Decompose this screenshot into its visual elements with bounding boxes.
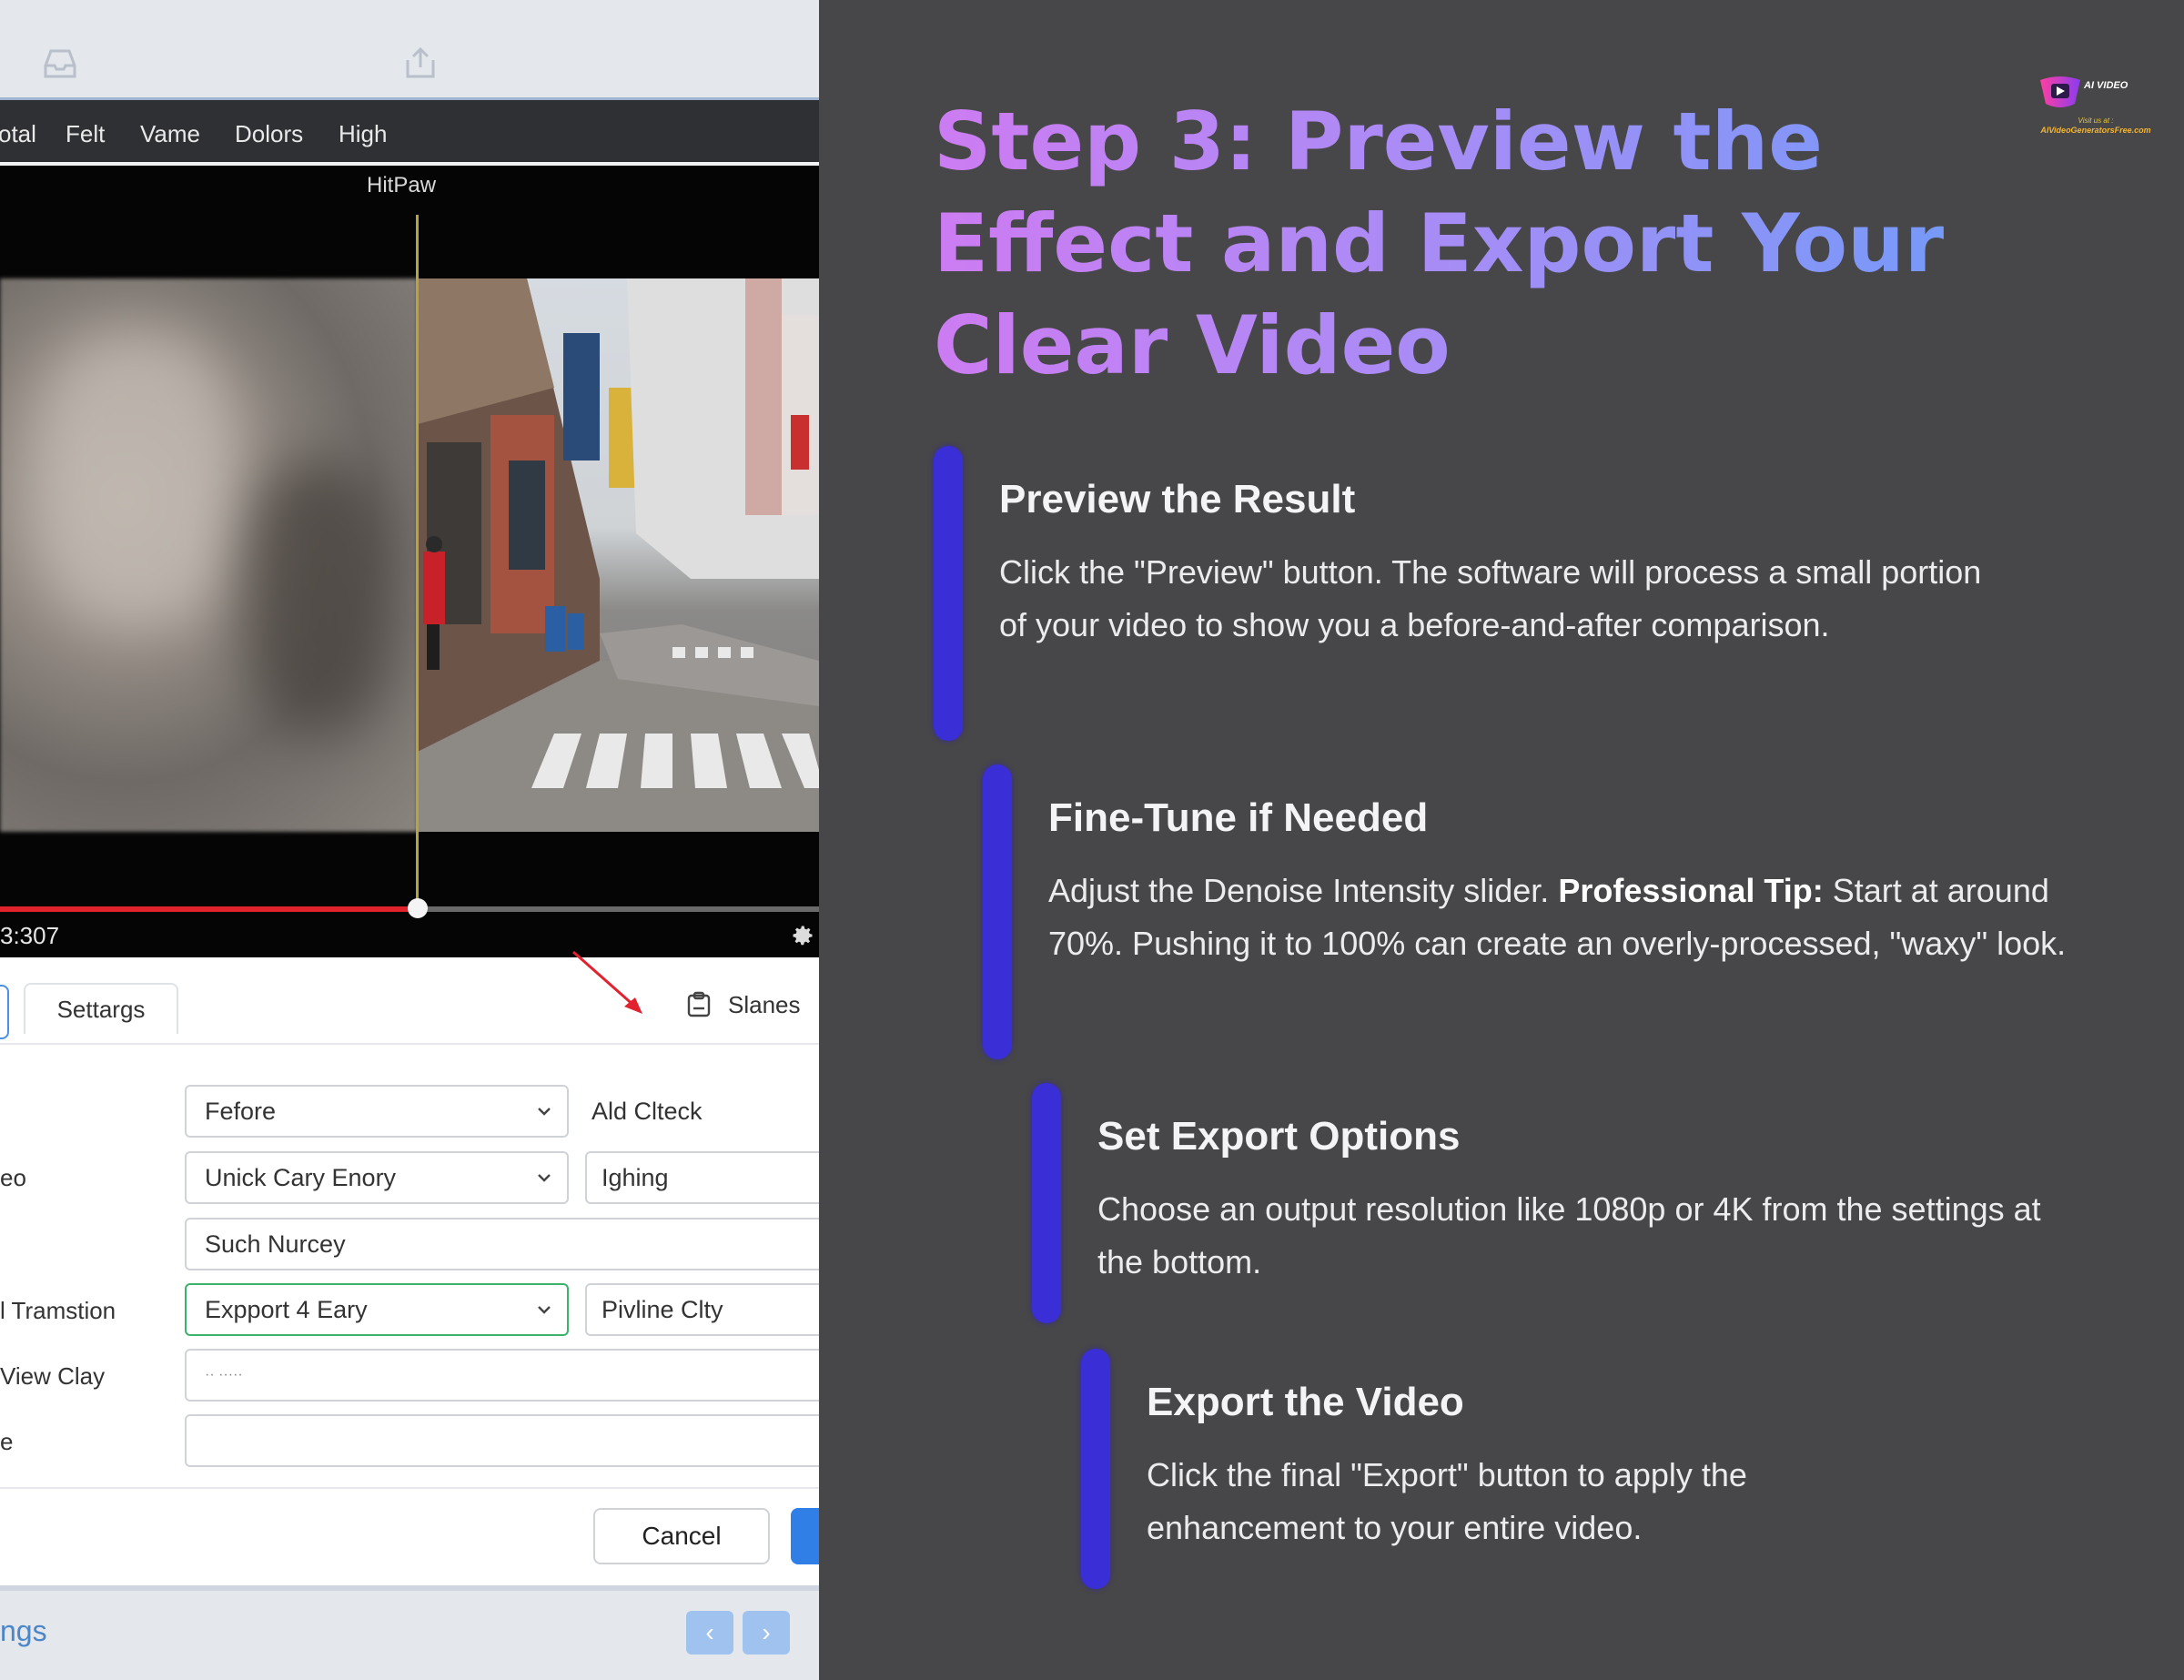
panel-divider xyxy=(0,1043,819,1045)
step-title: Export the Video xyxy=(1147,1380,1464,1424)
panel-shadow xyxy=(0,1585,819,1591)
site-logo[interactable]: AI VIDEO Visit us at : AIVideoGenerators… xyxy=(2027,67,2164,149)
slanes-tab[interactable]: Slanes xyxy=(684,990,801,1019)
logo-visit-text: Visit us at : xyxy=(2078,116,2114,125)
tab-settings[interactable]: Settargs xyxy=(24,983,178,1034)
chevron-right-icon: › xyxy=(762,1618,771,1646)
prev-button[interactable]: ‹ xyxy=(686,1611,733,1655)
progress-knob[interactable] xyxy=(408,898,428,918)
step-accent-bar xyxy=(1081,1349,1110,1589)
such-nurcey-value: Such Nurcey xyxy=(205,1230,346,1258)
settings-link[interactable]: ngs xyxy=(0,1614,47,1648)
video-watermark: HitPaw xyxy=(367,173,437,197)
step-accent-bar xyxy=(1032,1083,1061,1323)
step-accent-bar xyxy=(983,764,1012,1059)
page-title: Step 3: Preview the Effect and Export Yo… xyxy=(934,91,2026,397)
menu-item-high[interactable]: High xyxy=(339,120,387,148)
menu-item-dolors[interactable]: Dolors xyxy=(235,120,303,148)
row-label-e: e xyxy=(0,1428,14,1455)
pivline-clty-field[interactable]: Pivline Clty xyxy=(585,1283,819,1336)
progress-fill xyxy=(0,906,418,912)
before-select-value: Fefore xyxy=(205,1097,277,1125)
row-label-transition: l Tramstion xyxy=(0,1297,116,1324)
view-clay-field[interactable]: ·· ····· xyxy=(185,1349,819,1402)
quality-select-value: Unick Cary Enory xyxy=(205,1163,397,1191)
comparison-divider[interactable] xyxy=(416,215,419,908)
view-clay-value: ·· ····· xyxy=(205,1367,243,1382)
lighting-field-value: Ighing xyxy=(602,1163,669,1191)
step-accent-bar xyxy=(934,446,963,741)
export-select[interactable]: Expport 4 Eary xyxy=(185,1283,569,1336)
before-select[interactable]: Fefore xyxy=(185,1085,569,1138)
professional-tip-label: Professional Tip: xyxy=(1558,872,1824,909)
pivline-clty-value: Pivline Clty xyxy=(602,1295,723,1323)
chevron-down-icon xyxy=(538,1306,551,1314)
logo-url-text: AIVideoGeneratorsFree.com xyxy=(2040,126,2151,135)
app-screenshot: otal Felt Vame Dolors High HitPaw 3:307 … xyxy=(0,0,819,1680)
logo-text: AI VIDEO xyxy=(2084,80,2128,91)
panel-footer-divider xyxy=(0,1487,819,1489)
step-title: Set Export Options xyxy=(1097,1114,1461,1159)
step-description: Click the "Preview" button. The software… xyxy=(999,553,1982,643)
quality-select[interactable]: Unick Cary Enory xyxy=(185,1151,569,1204)
step-title: Preview the Result xyxy=(999,477,1356,521)
cancel-button[interactable]: Cancel xyxy=(593,1508,770,1564)
gear-icon[interactable] xyxy=(790,923,815,948)
row-label-view-clay: View Clay xyxy=(0,1362,106,1390)
tab-active[interactable] xyxy=(0,985,9,1039)
arrow-pointer-icon xyxy=(572,950,642,1014)
next-button[interactable]: › xyxy=(743,1611,790,1655)
ald-clteck-label: Ald Clteck xyxy=(592,1098,703,1125)
clipboard-icon xyxy=(687,991,711,1017)
step-description: Click the final "Export" button to apply… xyxy=(1147,1456,1747,1546)
inbox-icon[interactable] xyxy=(40,46,80,82)
share-icon[interactable] xyxy=(400,46,440,82)
menu-bar: otal Felt Vame Dolors High xyxy=(0,100,819,164)
row-label-video: eo xyxy=(0,1164,26,1191)
chevron-down-icon xyxy=(538,1174,551,1182)
settings-panel: Settargs xyxy=(0,957,819,1585)
step-description: Adjust the Denoise Intensity slider. Pro… xyxy=(1048,872,2067,962)
step-description: Choose an output resolution like 1080p o… xyxy=(1097,1190,2041,1280)
export-select-value: Expport 4 Eary xyxy=(205,1295,368,1323)
step-title: Fine-Tune if Needed xyxy=(1048,795,1429,840)
such-nurcey-field[interactable]: Such Nurcey xyxy=(185,1218,819,1270)
chevron-down-icon xyxy=(538,1108,551,1116)
empty-field[interactable] xyxy=(185,1414,819,1467)
slanes-label: Slanes xyxy=(728,990,801,1018)
before-frame-blurred xyxy=(0,278,418,832)
menu-item-vame[interactable]: Vame xyxy=(140,120,200,148)
timecode: 3:307 xyxy=(0,922,60,949)
logo-icon xyxy=(2040,76,2080,107)
menu-item-total[interactable]: otal xyxy=(0,120,36,148)
menu-item-felt[interactable]: Felt xyxy=(66,120,105,148)
primary-button[interactable] xyxy=(791,1508,819,1564)
after-frame-street-scene xyxy=(418,278,819,832)
chevron-left-icon: ‹ xyxy=(705,1618,714,1646)
lighting-field[interactable]: Ighing xyxy=(585,1151,819,1204)
